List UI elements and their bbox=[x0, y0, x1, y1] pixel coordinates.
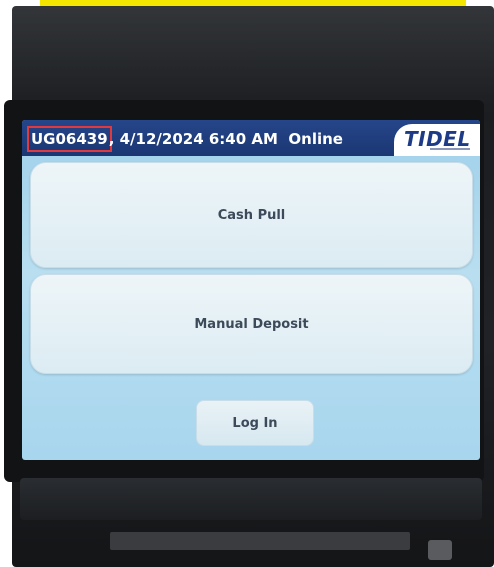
status-separator: , bbox=[108, 130, 115, 148]
manual-deposit-button[interactable]: Manual Deposit bbox=[30, 274, 473, 374]
card-slot bbox=[110, 532, 410, 550]
status-text: UG06439, 4/12/2024 6:40 AM Online bbox=[27, 126, 343, 152]
touch-screen: UG06439, 4/12/2024 6:40 AM Online TIDEL … bbox=[22, 120, 480, 460]
device-knob bbox=[428, 540, 452, 560]
brand-logo: TIDEL bbox=[394, 124, 480, 156]
cash-pull-button[interactable]: Cash Pull bbox=[30, 162, 473, 268]
status-datetime: 4/12/2024 6:40 AM bbox=[119, 130, 278, 148]
device-lower-panel bbox=[20, 478, 482, 520]
manual-deposit-label: Manual Deposit bbox=[194, 316, 309, 332]
login-label: Log In bbox=[232, 415, 278, 431]
login-button[interactable]: Log In bbox=[196, 400, 314, 446]
brand-logo-tagline bbox=[430, 148, 470, 150]
unit-id: UG06439 bbox=[27, 126, 112, 152]
connection-status: Online bbox=[288, 130, 343, 148]
status-bar: UG06439, 4/12/2024 6:40 AM Online TIDEL bbox=[22, 120, 480, 156]
cash-pull-label: Cash Pull bbox=[217, 207, 286, 223]
